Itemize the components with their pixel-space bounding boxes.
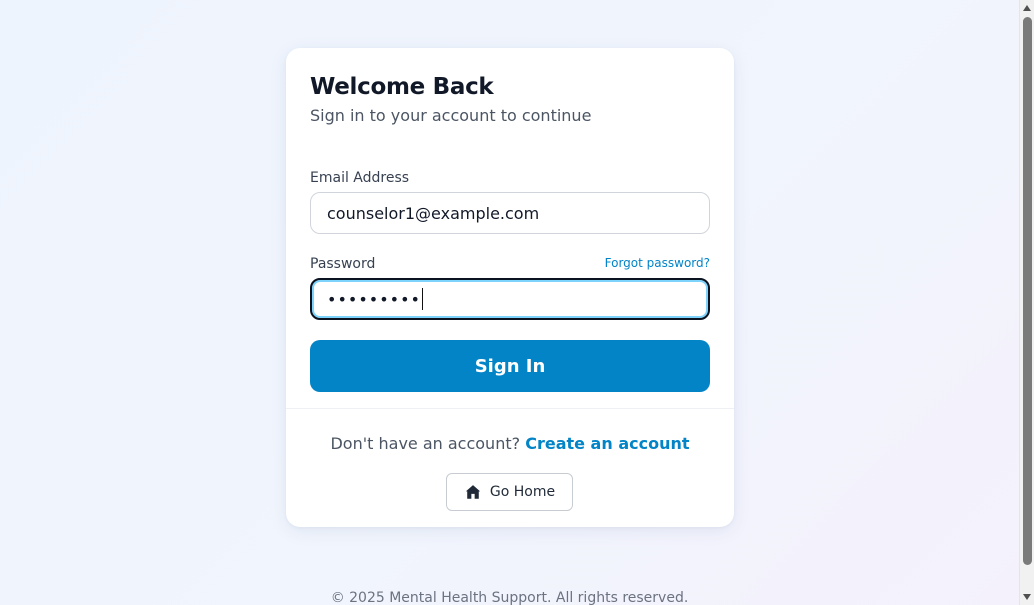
go-home-label: Go Home [489, 484, 556, 500]
scroll-down-arrow-icon[interactable] [1023, 594, 1031, 600]
email-label: Email Address [310, 170, 410, 186]
signup-prompt-line: Don't have an account? Create an account [286, 434, 734, 453]
password-label: Password [310, 256, 376, 272]
password-value: ••••••••• [327, 289, 421, 309]
scrollbar-thumb[interactable] [1023, 17, 1032, 565]
card-divider [286, 408, 734, 409]
email-field[interactable]: counselor1@example.com [310, 192, 710, 234]
password-field[interactable]: ••••••••• [310, 278, 710, 320]
email-value: counselor1@example.com [327, 203, 540, 223]
login-card: Welcome Back Sign in to your account to … [286, 48, 734, 527]
vertical-scrollbar[interactable] [1019, 0, 1034, 605]
sign-in-button[interactable]: Sign In [310, 340, 710, 392]
scroll-up-arrow-icon[interactable] [1023, 5, 1031, 11]
page-title: Welcome Back [310, 74, 494, 100]
forgot-password-link[interactable]: Forgot password? [605, 256, 710, 270]
go-home-button[interactable]: Go Home [446, 473, 573, 511]
text-caret [421, 288, 423, 310]
page-subtitle: Sign in to your account to continue [310, 106, 592, 125]
footer-copyright: © 2025 Mental Health Support. All rights… [330, 590, 689, 605]
signup-prompt: Don't have an account? [330, 434, 521, 453]
create-account-link[interactable]: Create an account [525, 434, 689, 453]
home-icon [464, 483, 482, 501]
page-viewport: Welcome Back Sign in to your account to … [0, 0, 1019, 605]
